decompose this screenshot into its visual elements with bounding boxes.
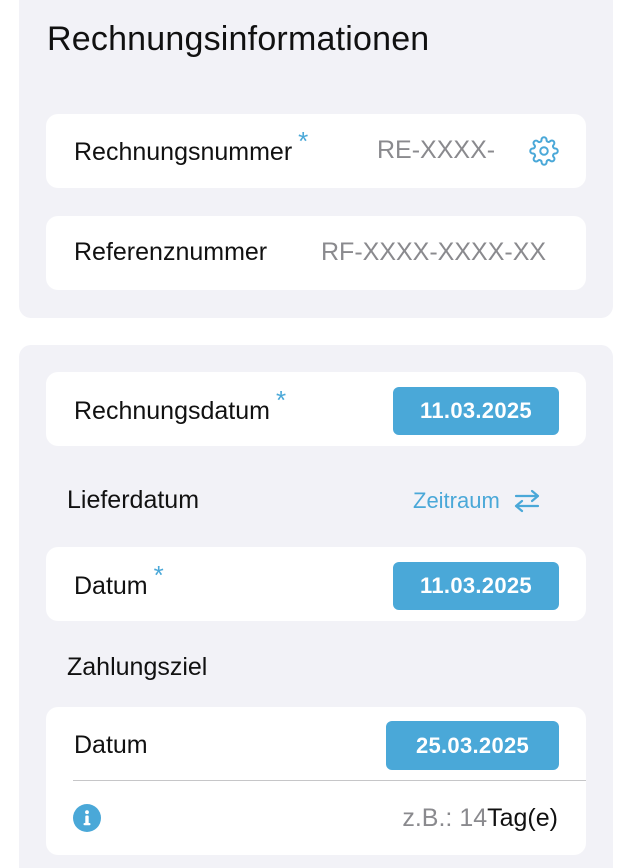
invoice-date-button[interactable]: 11.03.2025 (393, 387, 559, 435)
invoice-date-label: Rechnungsdatum * (74, 385, 286, 426)
required-marker: * (275, 385, 287, 415)
payment-term-days-unit: Tag(e) (487, 804, 558, 832)
range-link-label: Zeitraum (413, 488, 500, 513)
payment-term-card: Datum 25.03.2025 z.B.: 14Tag(e) (46, 707, 586, 855)
gear-icon[interactable] (529, 136, 559, 166)
delivery-date-row: Datum * 11.03.2025 (46, 547, 586, 621)
invoice-number-row[interactable]: Rechnungsnummer * RE-XXXX- (46, 114, 586, 188)
payment-term-date-button[interactable]: 25.03.2025 (386, 721, 559, 770)
invoice-date-label-text: Rechnungsdatum (74, 397, 270, 425)
divider (73, 780, 586, 781)
reference-number-input[interactable]: RF-XXXX-XXXX-XX (321, 238, 561, 267)
range-link[interactable]: Zeitraum (413, 488, 542, 514)
required-marker: * (153, 560, 164, 590)
invoice-number-input[interactable]: RE-XXXX- (377, 136, 505, 165)
payment-term-date-label: Datum (74, 731, 148, 759)
invoice-date-row: Rechnungsdatum * 11.03.2025 (46, 372, 586, 446)
delivery-date-heading: Lieferdatum (67, 486, 200, 514)
invoice-number-label: Rechnungsnummer * (74, 126, 308, 167)
info-icon[interactable] (73, 804, 101, 832)
delivery-date-label-text: Datum (74, 572, 148, 600)
required-marker: * (298, 126, 309, 156)
payment-term-days-placeholder: z.B.: 14 (402, 804, 488, 832)
reference-number-label: Referenznummer (74, 238, 268, 266)
reference-number-row[interactable]: Referenznummer RF-XXXX-XXXX-XX (46, 216, 586, 290)
swap-arrows-icon (512, 488, 542, 514)
invoice-number-label-text: Rechnungsnummer (74, 138, 293, 166)
delivery-date-button[interactable]: 11.03.2025 (393, 562, 559, 610)
delivery-date-label: Datum * (74, 560, 164, 601)
section-title: Rechnungsinformationen (47, 20, 430, 58)
payment-term-days-input[interactable]: z.B.: 14Tag(e) (402, 804, 558, 833)
payment-term-heading: Zahlungsziel (67, 653, 208, 681)
